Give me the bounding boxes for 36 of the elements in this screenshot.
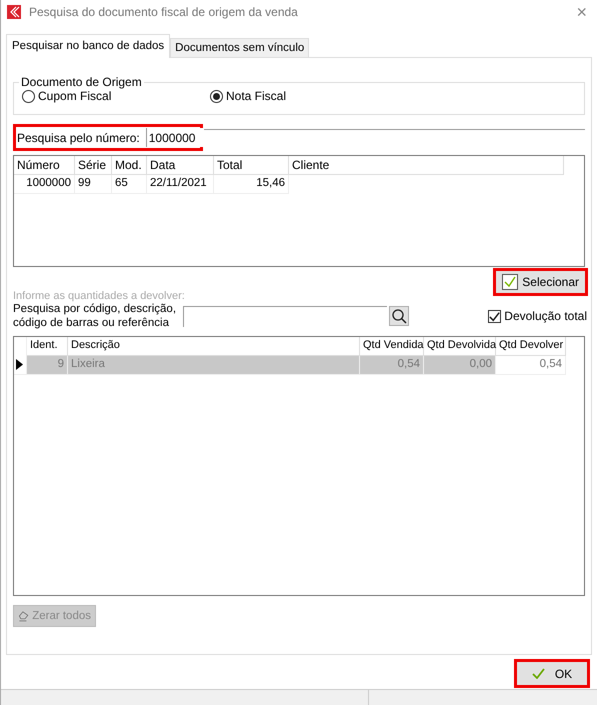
field-label: Pesquisa pelo número: bbox=[17, 130, 140, 144]
table-cell: 99 bbox=[75, 175, 112, 194]
table-cell[interactable]: 0,54 bbox=[496, 356, 566, 375]
table-cell: 0,54 bbox=[360, 356, 424, 375]
check-icon bbox=[489, 310, 500, 322]
radio-button[interactable] bbox=[22, 90, 35, 102]
table-cell: 15,46 bbox=[214, 175, 289, 194]
radio-button[interactable] bbox=[210, 90, 223, 102]
checkbox-label: Devolução total bbox=[504, 309, 587, 323]
number-field[interactable]: 1000000 bbox=[146, 128, 204, 147]
column-header[interactable]: Cliente bbox=[289, 156, 564, 175]
table-cell: 0,00 bbox=[424, 356, 496, 375]
hint-text: Informe as quantidades a devolver: bbox=[13, 290, 185, 302]
tab[interactable]: Documentos sem vínculo bbox=[170, 38, 310, 58]
ok-button[interactable]: OK bbox=[516, 661, 588, 686]
select-button[interactable]: Selecionar bbox=[495, 270, 586, 294]
search-icon bbox=[391, 308, 407, 324]
window-title: Pesquisa do documento fiscal de origem da venda bbox=[29, 5, 299, 19]
table-cell: 9 bbox=[27, 356, 68, 375]
row-pointer-icon bbox=[16, 359, 23, 370]
radio-label: Nota Fiscal bbox=[226, 89, 286, 103]
check-icon bbox=[532, 668, 545, 679]
tab[interactable]: Pesquisar no banco de dados bbox=[6, 34, 170, 58]
table-cell: 22/11/2021 bbox=[147, 175, 214, 194]
table-cell: Lixeira bbox=[68, 356, 360, 375]
group-title: Documento de Origem bbox=[20, 75, 143, 89]
check-icon bbox=[502, 274, 518, 290]
search-field[interactable] bbox=[183, 306, 387, 326]
table-cell: 65 bbox=[112, 175, 147, 194]
field-label: Pesquisa por código, descrição, código de barras ou referência bbox=[13, 302, 178, 330]
close-button[interactable]: × bbox=[576, 2, 591, 22]
table-cell: 1000000 bbox=[14, 175, 75, 194]
search-button[interactable] bbox=[389, 306, 409, 326]
checkbox[interactable] bbox=[488, 310, 502, 322]
app-logo-icon bbox=[7, 5, 21, 19]
radio-label: Cupom Fiscal bbox=[38, 89, 112, 103]
